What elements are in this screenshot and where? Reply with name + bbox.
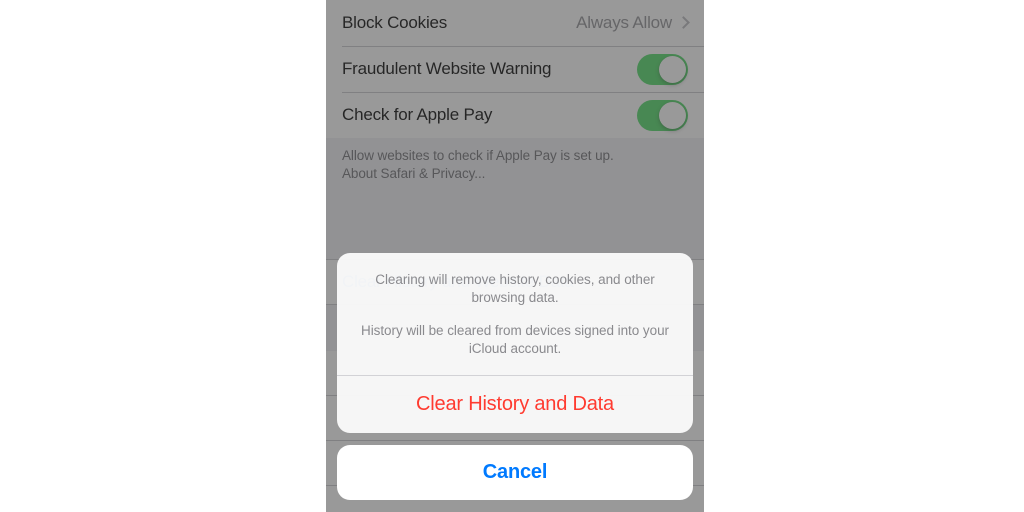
row-accessory: Always Allow [576, 13, 688, 33]
row-label: Block Cookies [342, 13, 448, 32]
row-label: Fraudulent Website Warning [342, 59, 552, 78]
settings-row-fraudulent-website-warning[interactable]: Fraudulent Website Warning [326, 46, 704, 92]
footer-spacer [326, 183, 704, 259]
row-label: Check for Apple Pay [342, 105, 493, 124]
toggle-switch-check-for-apple-pay[interactable] [637, 99, 688, 131]
chevron-right-icon [679, 16, 688, 31]
toggle-switch-fraudulent-website-warning[interactable] [637, 53, 688, 85]
footer-note-line-1: Allow websites to check if Apple Pay is … [342, 148, 614, 163]
footer-note-line-2[interactable]: About Safari & Privacy... [342, 165, 688, 183]
settings-row-check-for-apple-pay[interactable]: Check for Apple Pay [326, 92, 704, 138]
action-sheet: Clearing will remove history, cookies, a… [337, 253, 693, 500]
action-sheet-card: Clearing will remove history, cookies, a… [337, 253, 693, 433]
section-footer-note: Allow websites to check if Apple Pay is … [326, 138, 704, 183]
cancel-button-label: Cancel [482, 461, 548, 483]
row-value: Always Allow [576, 13, 672, 32]
phone-screen: Block Cookies Always Allow Fraudulent We… [326, 0, 704, 512]
row-accessory [637, 53, 688, 85]
toggle-knob-icon [659, 101, 686, 129]
action-sheet-message-paragraph-1: Clearing will remove history, cookies, a… [375, 272, 655, 305]
cancel-button[interactable]: Cancel [337, 445, 693, 500]
action-sheet-message-paragraph-2: History will be cleared from devices sig… [361, 323, 669, 356]
screenshot-canvas: Block Cookies Always Allow Fraudulent We… [0, 0, 1024, 512]
row-accessory [637, 99, 688, 131]
action-sheet-message: Clearing will remove history, cookies, a… [337, 253, 693, 375]
settings-row-block-cookies[interactable]: Block Cookies Always Allow [326, 0, 704, 46]
toggle-knob-icon [659, 55, 686, 83]
clear-history-and-data-button[interactable]: Clear History and Data [337, 376, 693, 433]
